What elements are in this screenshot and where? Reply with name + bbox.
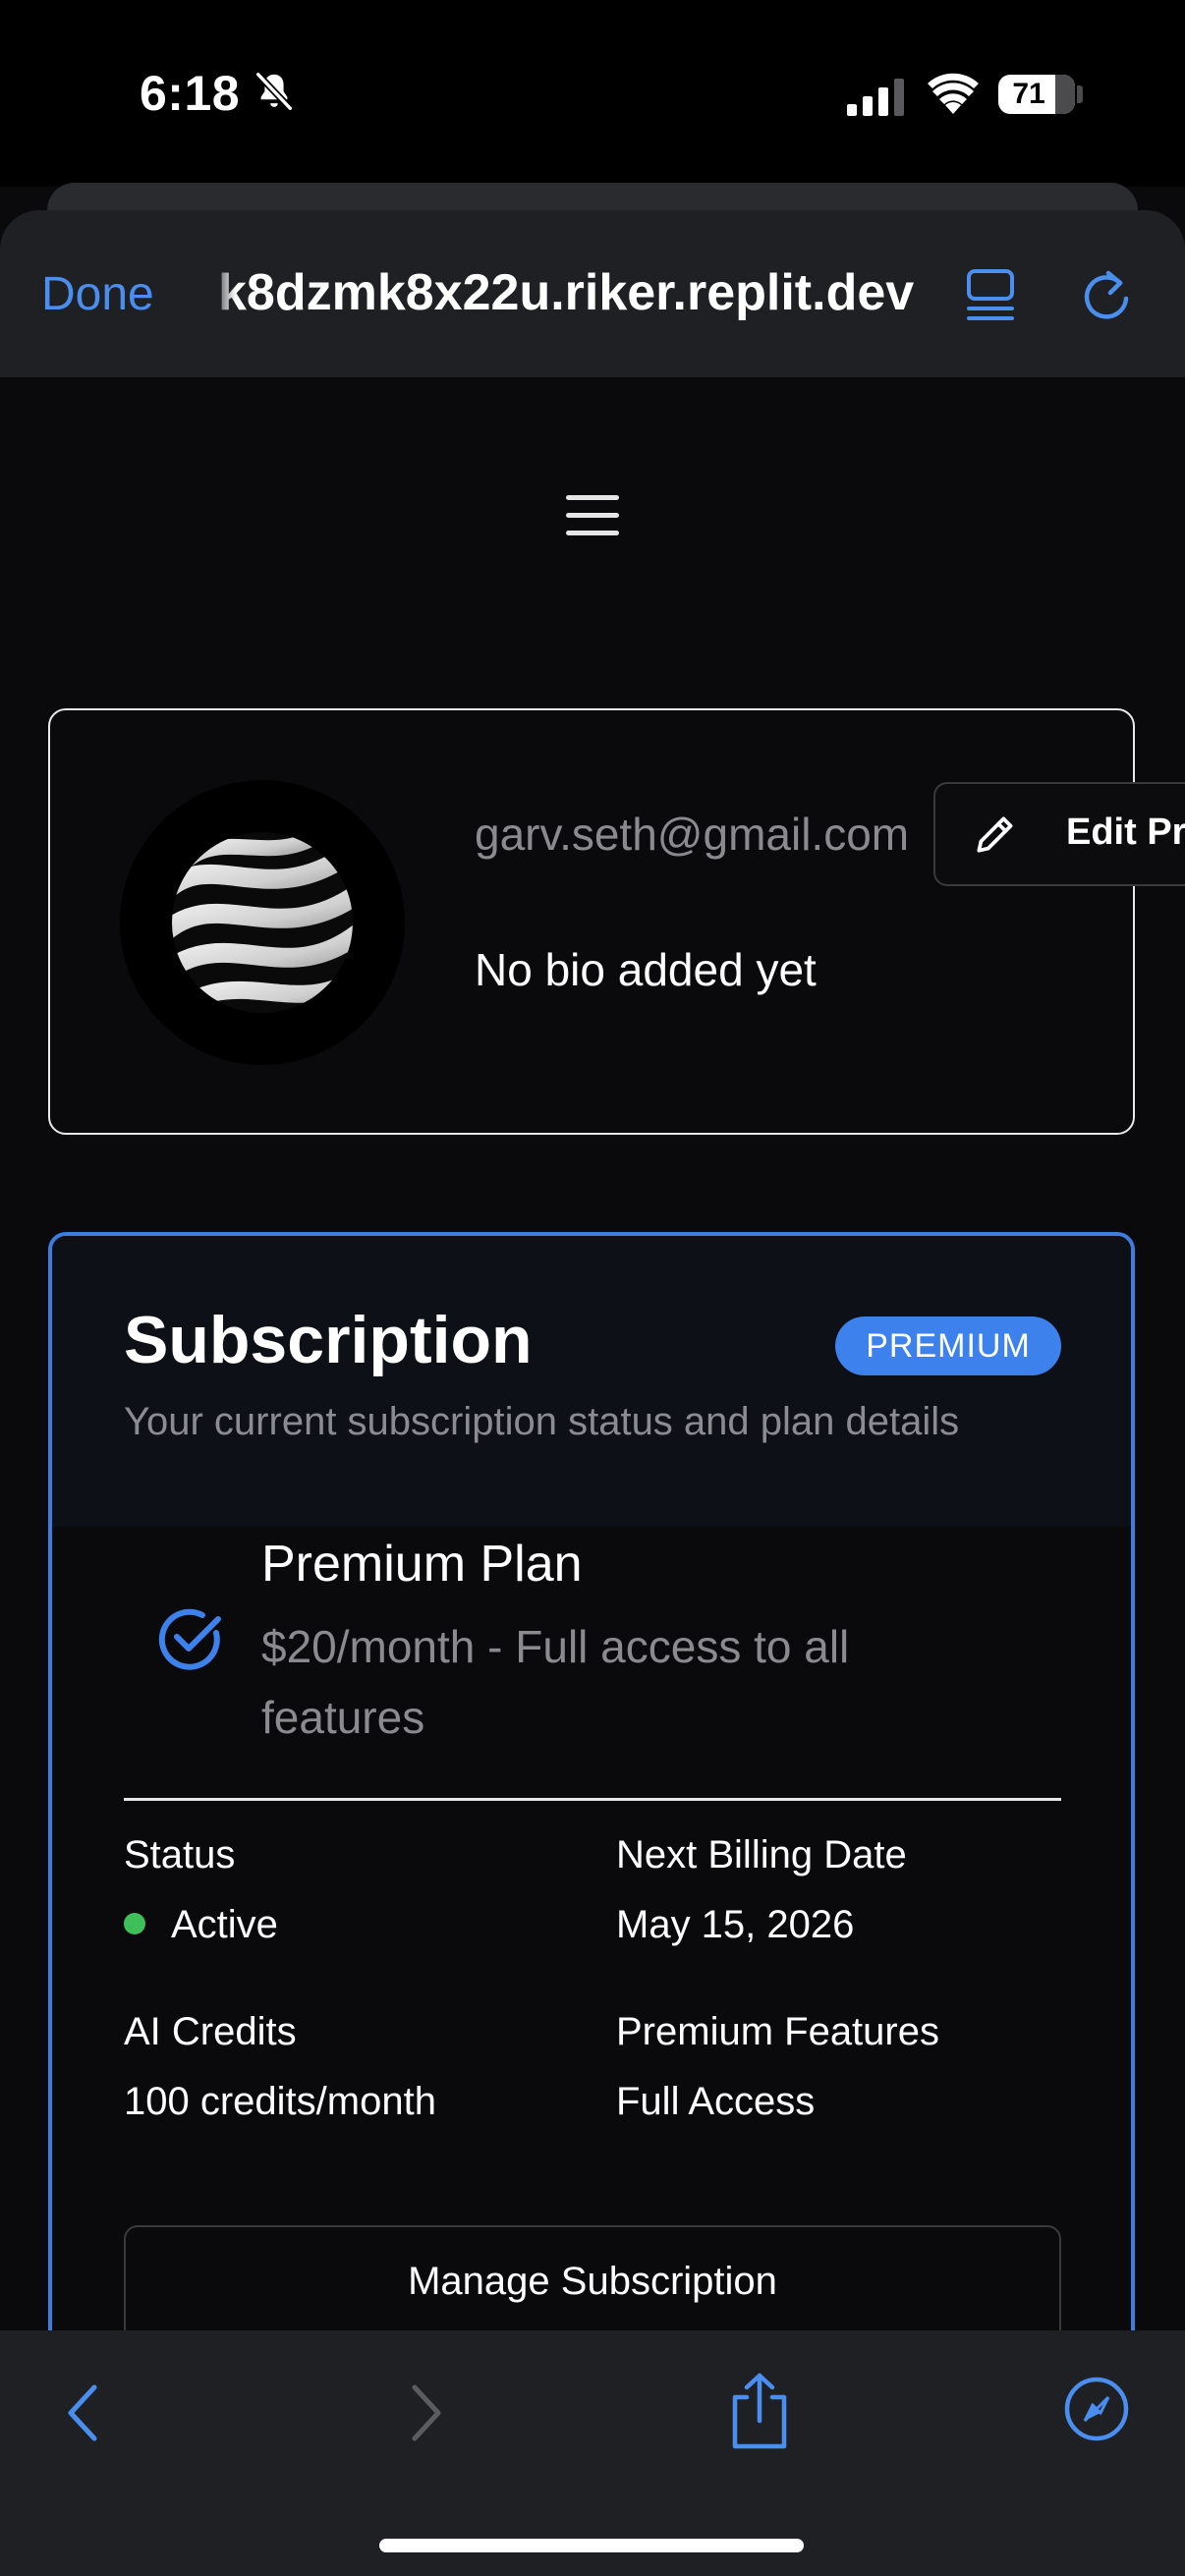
share-icon[interactable]	[727, 2372, 792, 2455]
features-value: Full Access	[616, 2080, 816, 2123]
reader-icon[interactable]	[965, 267, 1016, 327]
subscription-description: Your current subscription status and pla…	[124, 1400, 960, 1443]
compass-icon[interactable]	[1063, 2376, 1130, 2447]
wifi-icon	[928, 73, 979, 119]
status-label: Status	[124, 1833, 236, 1876]
plan-description: $20/month - Full access to all features	[261, 1621, 850, 1743]
billing-label: Next Billing Date	[616, 1833, 907, 1876]
subscription-title: Subscription	[124, 1303, 533, 1377]
forward-icon[interactable]	[407, 2381, 446, 2449]
avatar	[120, 780, 405, 1065]
cellular-signal-icon	[847, 79, 906, 121]
status-dot	[124, 1913, 145, 1934]
premium-badge: PREMIUM	[835, 1316, 1061, 1375]
back-icon[interactable]	[63, 2381, 102, 2449]
pencil-icon	[971, 810, 1020, 864]
credits-value: 100 credits/month	[124, 2080, 436, 2123]
done-button[interactable]: Done	[41, 267, 154, 321]
check-circle-icon	[155, 1603, 226, 1679]
battery-nub	[1077, 85, 1083, 103]
credits-label: AI Credits	[124, 2010, 297, 2053]
url-field[interactable]: k8dzmk8x22u.riker.replit.dev	[218, 263, 914, 322]
plan-name: Premium Plan	[261, 1536, 583, 1593]
bell-slash-icon	[252, 69, 297, 119]
status-time: 6:18	[140, 66, 241, 121]
battery-icon: 71	[998, 75, 1075, 114]
edit-profile-label: Edit Pro	[1066, 812, 1185, 853]
status-value: Active	[171, 1903, 278, 1946]
url-fade	[210, 257, 236, 326]
home-indicator[interactable]	[379, 2539, 804, 2552]
divider	[124, 1798, 1061, 1801]
reload-icon[interactable]	[1081, 265, 1134, 327]
profile-email: garv.seth@gmail.com	[475, 809, 910, 860]
features-label: Premium Features	[616, 2010, 939, 2053]
subscription-header	[52, 1236, 1131, 1527]
profile-bio: No bio added yet	[475, 944, 817, 995]
hamburger-icon[interactable]	[566, 495, 619, 548]
battery-level: 71	[1012, 78, 1045, 110]
billing-value: May 15, 2026	[616, 1903, 855, 1946]
manage-subscription-label: Manage Subscription	[408, 2260, 777, 2303]
